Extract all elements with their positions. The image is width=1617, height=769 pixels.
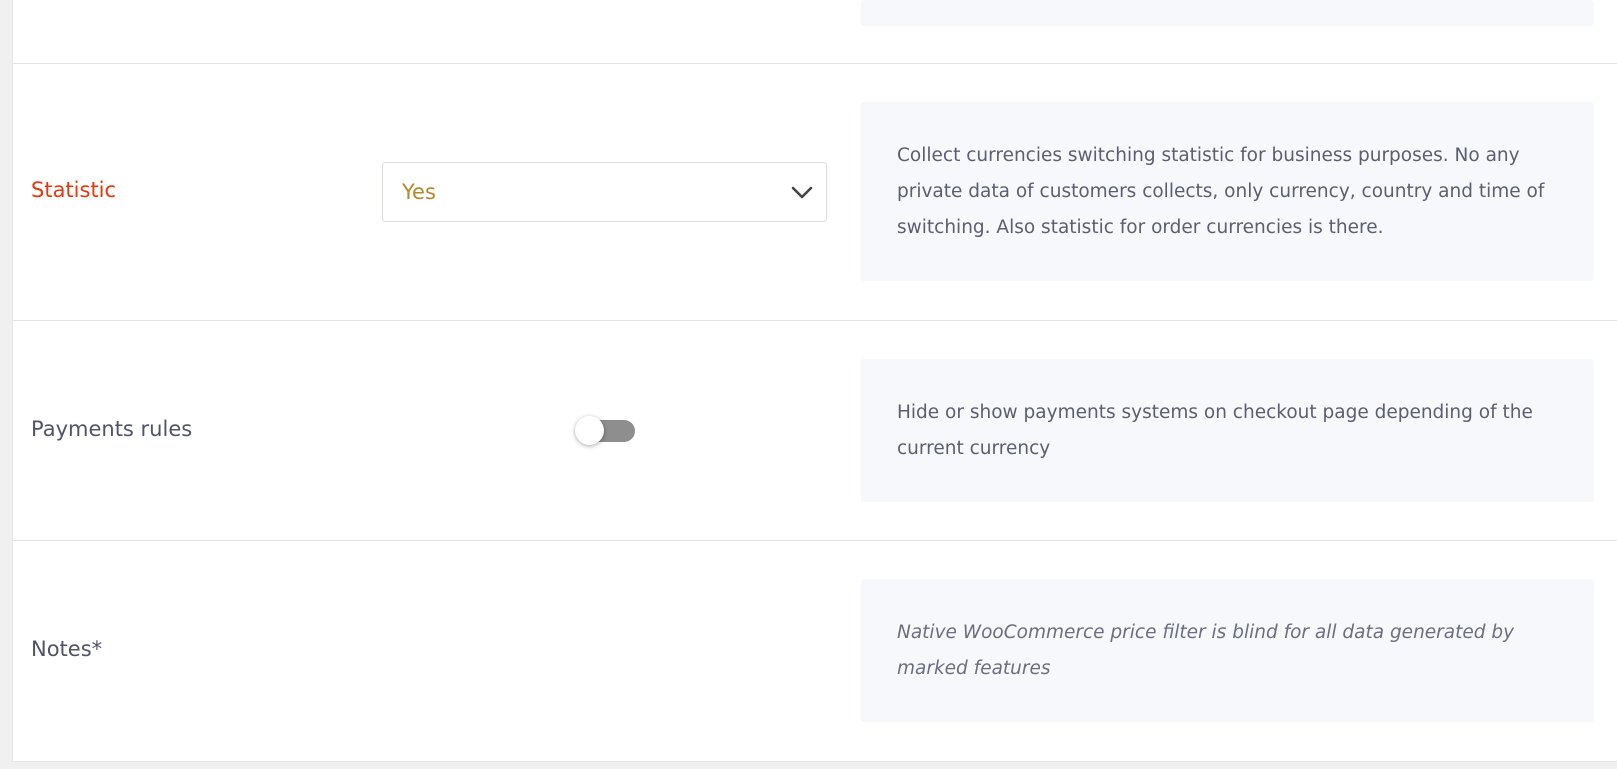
settings-row-notes: Notes* Native WooCommerce price filter i… — [13, 541, 1617, 762]
payments-rules-description-text: Hide or show payments systems on checkou… — [897, 401, 1533, 459]
payments-rules-toggle[interactable] — [575, 416, 643, 446]
toggle-knob — [575, 416, 604, 445]
notes-description: Native WooCommerce price filter is blind… — [861, 579, 1594, 722]
notes-label: Notes* — [31, 637, 103, 661]
settings-row-payments-rules: Payments rules Hide or show payments sys… — [13, 321, 1617, 541]
payments-rules-label: Payments rules — [31, 417, 193, 441]
notes-description-text: Native WooCommerce price filter is blind… — [897, 621, 1515, 679]
statistic-description-text: Collect currencies switching statistic f… — [897, 144, 1545, 238]
settings-row-previous — [13, 0, 1617, 64]
chevron-down-icon — [791, 186, 813, 199]
settings-panel: Statistic Collect currencies switching s… — [12, 0, 1617, 762]
statistic-select[interactable]: Yes — [382, 162, 827, 222]
statistic-description: Collect currencies switching statistic f… — [861, 102, 1594, 281]
statistic-select-value: Yes — [402, 180, 436, 204]
previous-description-box — [861, 0, 1594, 26]
statistic-label: Statistic — [31, 178, 117, 202]
payments-rules-description: Hide or show payments systems on checkou… — [861, 359, 1594, 502]
